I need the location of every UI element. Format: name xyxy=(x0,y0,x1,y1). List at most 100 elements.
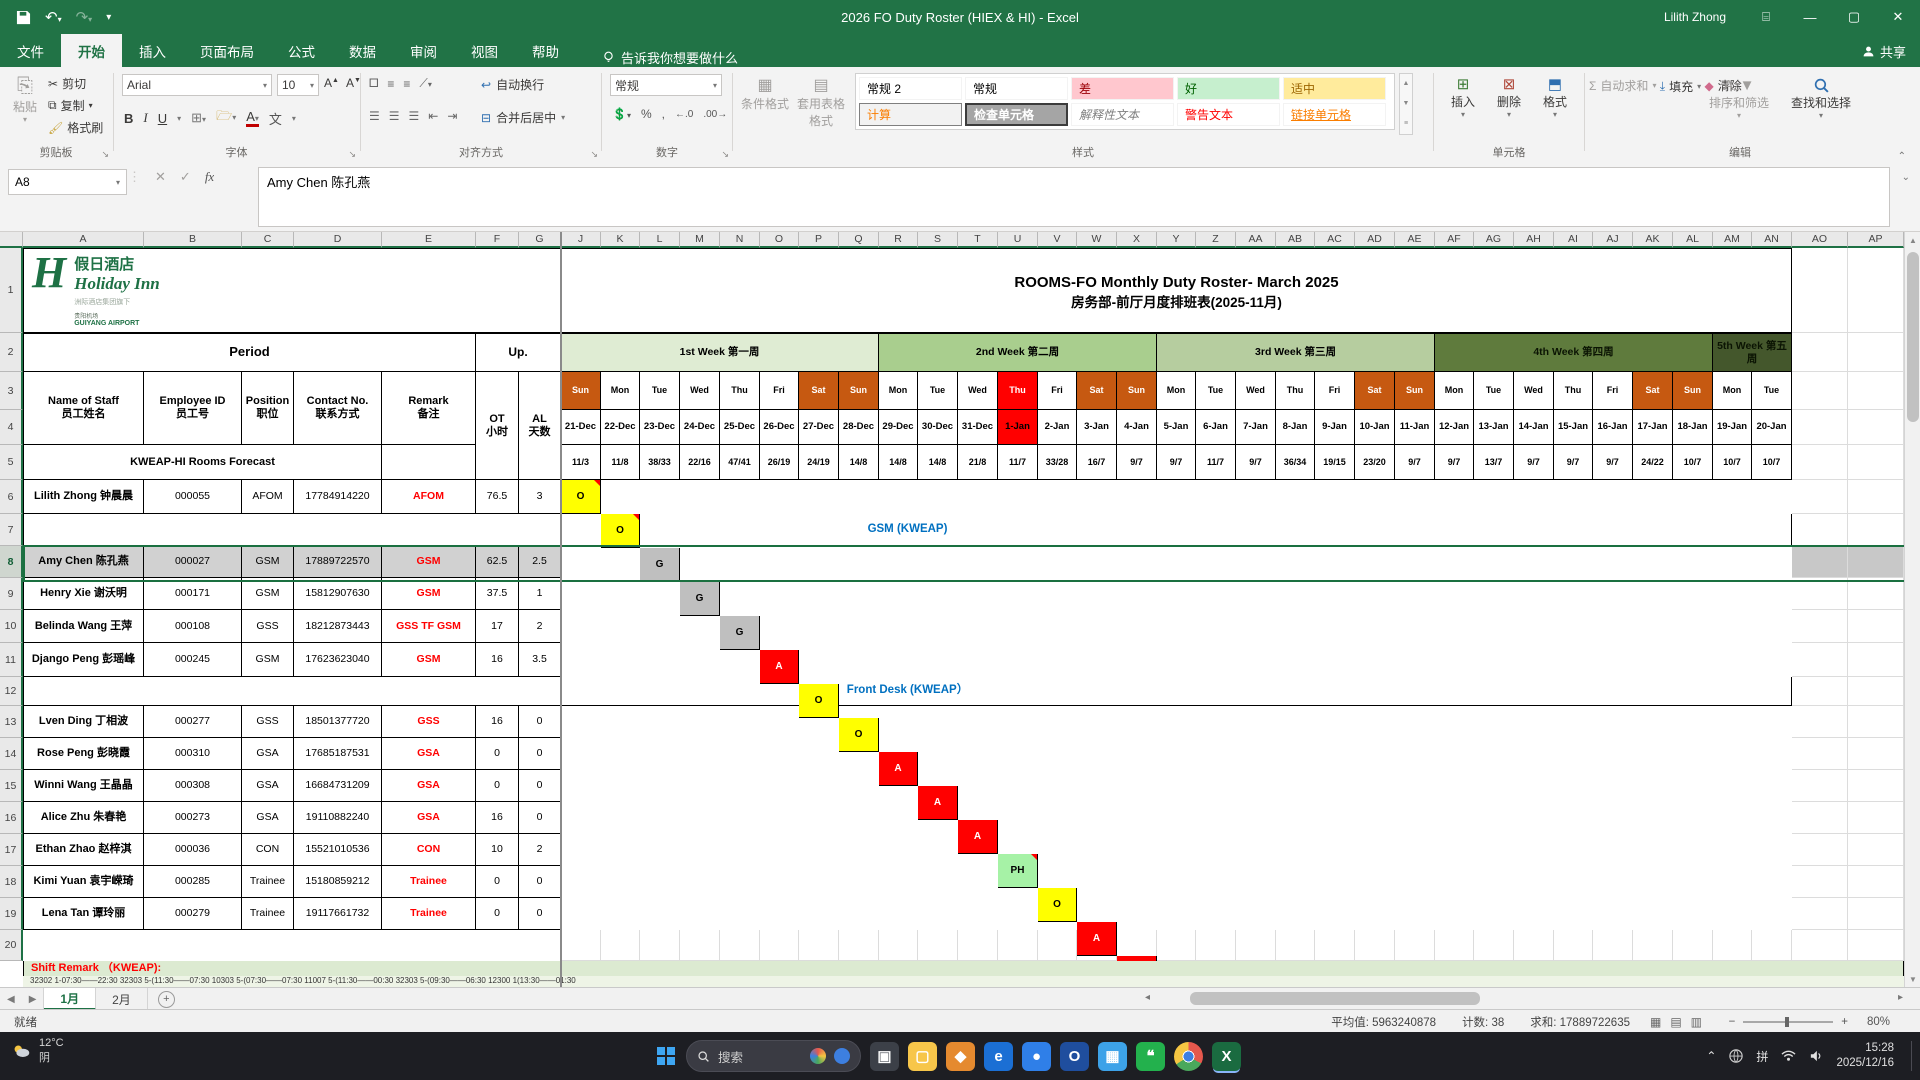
day-name-cell[interactable]: Mon xyxy=(879,372,918,410)
sheet-nav-left-icon[interactable]: ◀ xyxy=(0,994,22,1005)
week-band-5[interactable]: 5th Week 第五周 xyxy=(1713,333,1792,372)
cell-AO5[interactable] xyxy=(1792,445,1848,480)
forecast-cell[interactable]: 36/34 xyxy=(1276,445,1315,480)
staff-id-cell[interactable]: 000245 xyxy=(144,643,242,677)
fill-button[interactable]: ⤓ 填充 ▾ xyxy=(1660,78,1701,95)
cell-AO1[interactable] xyxy=(1792,248,1848,333)
staff-ot-cell[interactable]: 76.5 xyxy=(476,480,519,514)
forecast-cell[interactable]: 24/19 xyxy=(799,445,839,480)
account-user[interactable]: Lilith Zhong xyxy=(1664,10,1726,24)
cell-style-警告文本[interactable]: 警告文本 xyxy=(1177,103,1280,126)
day-name-cell[interactable]: Thu xyxy=(998,372,1038,410)
column-header-AM[interactable]: AM xyxy=(1713,232,1752,248)
formula-input[interactable]: Amy Chen 陈孔燕 xyxy=(258,167,1890,227)
forecast-cell[interactable]: 10/7 xyxy=(1713,445,1752,480)
column-header-AB[interactable]: AB xyxy=(1276,232,1315,248)
delete-cells-button[interactable]: ⊠ 删除 ▾ xyxy=(1488,75,1530,119)
forecast-cell[interactable]: 23/20 xyxy=(1355,445,1395,480)
cell-AO18[interactable] xyxy=(1792,866,1848,898)
forecast-cell[interactable]: 33/28 xyxy=(1038,445,1077,480)
date-cell[interactable]: 21-Dec xyxy=(561,410,601,445)
scroll-up-arrow[interactable]: ▲ xyxy=(1905,232,1920,248)
column-header-R[interactable]: R xyxy=(879,232,918,248)
staff-name-cell[interactable]: Belinda Wang 王萍 xyxy=(23,610,144,643)
cell-AO9[interactable] xyxy=(1792,578,1848,610)
day-name-cell[interactable]: Mon xyxy=(1713,372,1752,410)
start-button[interactable] xyxy=(655,1045,677,1067)
up-header-cell[interactable]: Up. xyxy=(476,333,561,372)
close-button[interactable]: ✕ xyxy=(1876,0,1920,34)
number-dialog-launcher[interactable]: ↘ xyxy=(721,149,729,160)
cell-AP10[interactable] xyxy=(1848,610,1904,643)
ribbon-tab-开始[interactable]: 开始 xyxy=(61,34,122,67)
undo-button[interactable]: ↶▾ xyxy=(45,8,62,26)
cell-row20[interactable] xyxy=(1276,930,1315,961)
forecast-cell[interactable]: 9/7 xyxy=(1514,445,1554,480)
borders-button[interactable]: ⊞▾ xyxy=(191,110,206,126)
cell-AP16[interactable] xyxy=(1848,802,1904,834)
row-header-4[interactable]: 4 xyxy=(0,410,23,445)
cell-row20[interactable] xyxy=(601,930,640,961)
day-name-cell[interactable]: Tue xyxy=(1196,372,1236,410)
date-cell[interactable]: 13-Jan xyxy=(1474,410,1514,445)
font-dialog-launcher[interactable]: ↘ xyxy=(348,149,356,160)
forecast-cell[interactable]: 13/7 xyxy=(1474,445,1514,480)
row-header-17[interactable]: 17 xyxy=(0,834,23,866)
ot-header-cell[interactable]: OT 小时 xyxy=(476,372,519,480)
format-as-table-button[interactable]: ▤ 套用表格格式 xyxy=(795,75,847,129)
day-name-cell[interactable]: Fri xyxy=(1593,372,1633,410)
date-cell[interactable]: 5-Jan xyxy=(1157,410,1196,445)
formula-bar-collapse-icon[interactable]: ⌄ xyxy=(1902,172,1910,183)
select-all-corner[interactable] xyxy=(0,232,23,248)
autosum-button[interactable]: Σ 自动求和 ▾ xyxy=(1589,77,1656,94)
row-header-20[interactable]: 20 xyxy=(0,930,23,961)
taskbar-excel-app[interactable]: X xyxy=(1212,1041,1241,1071)
copy-button[interactable]: ⧉ 复制 ▾ xyxy=(48,97,93,114)
sort-filter-button[interactable]: AZ▼ 排序和筛选 ▾ xyxy=(1703,77,1775,120)
italic-button[interactable]: I xyxy=(143,110,147,126)
hscroll-left-arrow[interactable]: ◂ xyxy=(1138,992,1157,1003)
taskbar-terminal-app[interactable]: ▣ xyxy=(870,1041,899,1071)
staff-remark-cell[interactable]: GSS xyxy=(382,706,476,738)
day-name-cell[interactable]: Sun xyxy=(1395,372,1435,410)
search-avatar-icon[interactable] xyxy=(834,1048,850,1064)
row-header-5[interactable]: 5 xyxy=(0,445,23,480)
cell-AP17[interactable] xyxy=(1848,834,1904,866)
column-header-U[interactable]: U xyxy=(998,232,1038,248)
cell-AP1[interactable] xyxy=(1848,248,1904,333)
cell-AO19[interactable] xyxy=(1792,898,1848,930)
taskbar-dingtalk-app[interactable]: ▦ xyxy=(1098,1041,1127,1071)
align-right-button[interactable]: ☰ xyxy=(409,109,420,123)
cut-button[interactable]: ✂ 剪切 xyxy=(48,75,86,92)
cell-AP9[interactable] xyxy=(1848,578,1904,610)
column-header-L[interactable]: L xyxy=(640,232,680,248)
day-name-cell[interactable]: Wed xyxy=(1236,372,1276,410)
cell-row20[interactable] xyxy=(1395,930,1435,961)
day-name-cell[interactable]: Fri xyxy=(1038,372,1077,410)
staff-al-cell[interactable]: 0 xyxy=(519,706,561,738)
column-header-AE[interactable]: AE xyxy=(1395,232,1435,248)
align-top-button[interactable]: 🞐 xyxy=(369,76,378,91)
cell-row20[interactable] xyxy=(640,930,680,961)
staff-col-header-4[interactable]: Remark 备注 xyxy=(382,372,476,445)
shift-cell-O[interactable]: O xyxy=(799,684,839,718)
cell-AO13[interactable] xyxy=(1792,706,1848,738)
staff-remark-cell[interactable]: GSA xyxy=(382,770,476,802)
align-bottom-button[interactable]: ≡ xyxy=(403,77,410,91)
day-name-cell[interactable]: Mon xyxy=(1435,372,1474,410)
staff-position-cell[interactable]: Trainee xyxy=(242,866,294,898)
cell-AP6[interactable] xyxy=(1848,480,1904,514)
forecast-cell[interactable]: 38/33 xyxy=(640,445,680,480)
staff-ot-cell[interactable]: 0 xyxy=(476,898,519,930)
number-format-combo[interactable]: 常规 ▾ xyxy=(610,74,722,96)
restore-button[interactable]: ▢ xyxy=(1832,0,1876,34)
vertical-scroll-thumb[interactable] xyxy=(1907,252,1919,422)
staff-position-cell[interactable]: GSS xyxy=(242,706,294,738)
page-break-view-button[interactable]: ▥ xyxy=(1691,1015,1702,1029)
date-cell[interactable]: 2-Jan xyxy=(1038,410,1077,445)
cell-style-解释性文本[interactable]: 解释性文本 xyxy=(1071,103,1174,126)
cell-AO20[interactable] xyxy=(1792,930,1848,961)
date-cell[interactable]: 20-Jan xyxy=(1752,410,1792,445)
day-name-cell[interactable]: Fri xyxy=(760,372,799,410)
day-name-cell[interactable]: Sat xyxy=(1355,372,1395,410)
